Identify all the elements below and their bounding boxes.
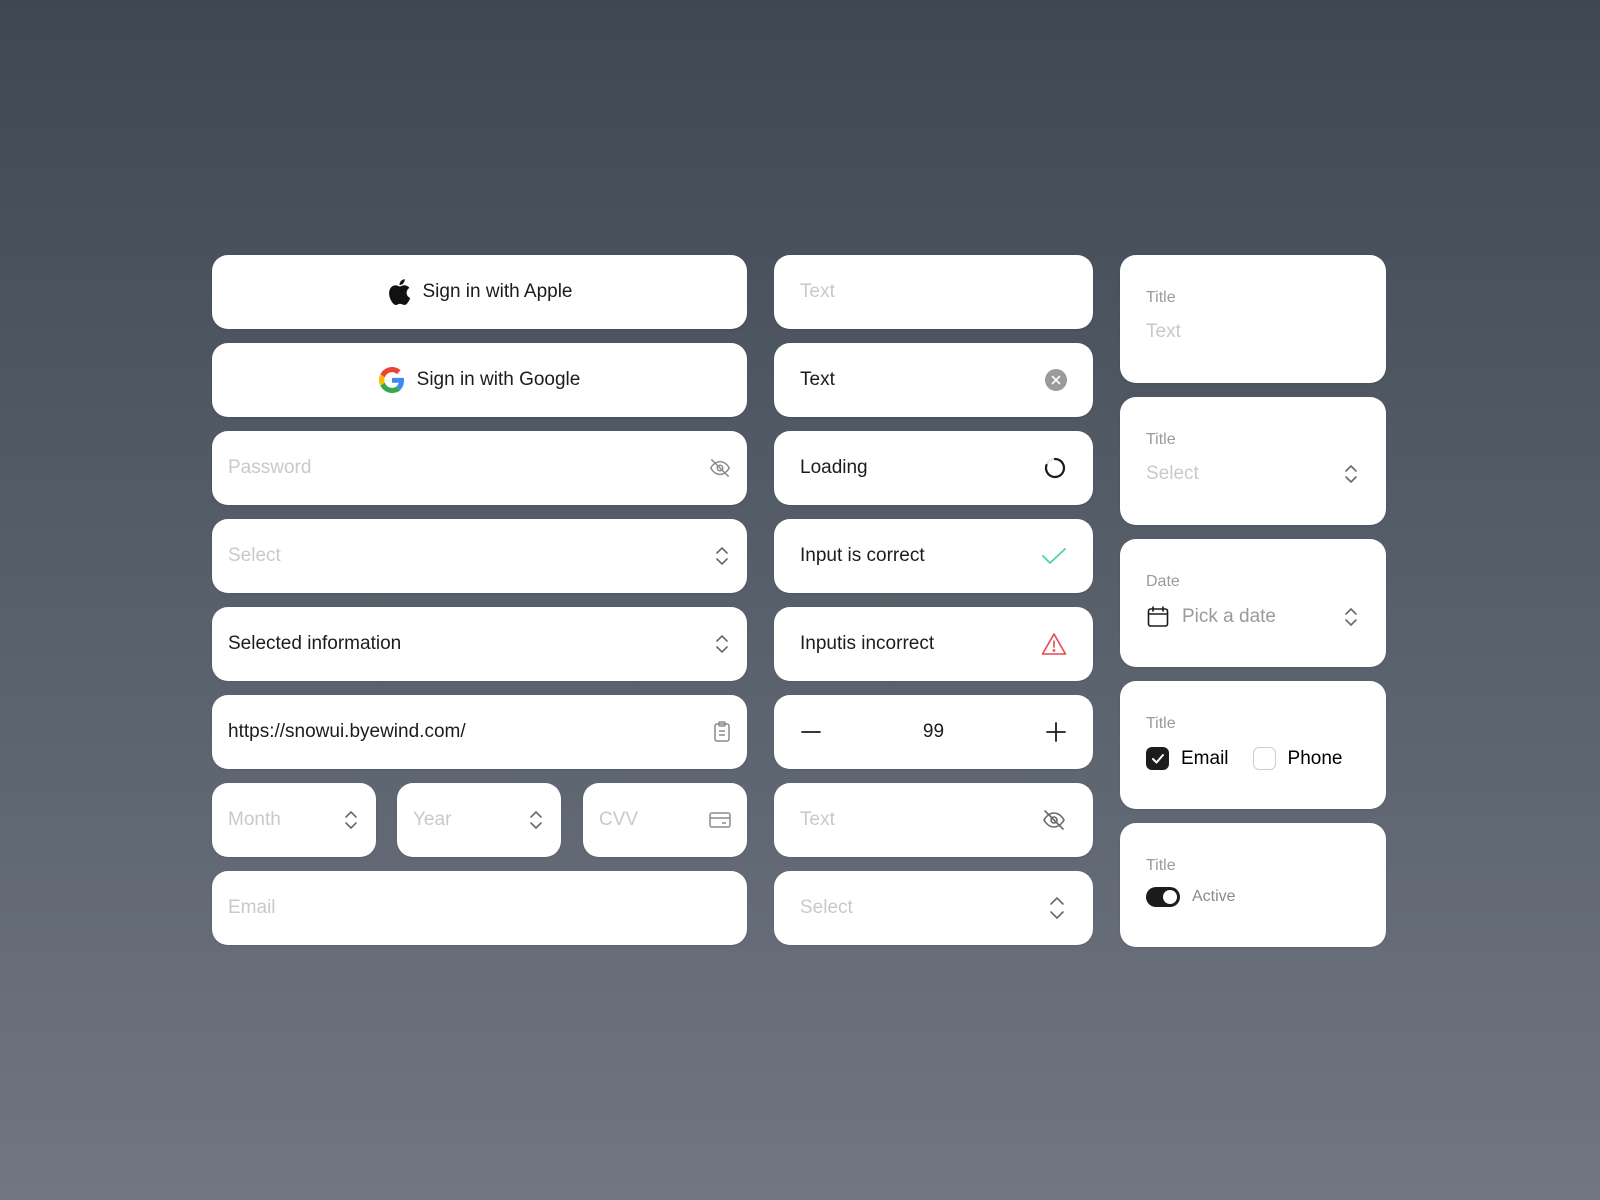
incorrect-input[interactable]: Inputis incorrect — [774, 607, 1093, 681]
hidden-text-input[interactable]: Text — [774, 783, 1093, 857]
date-title: Date — [1146, 573, 1180, 590]
sign-in-with-google-button[interactable]: Sign in with Google — [212, 343, 747, 417]
checkbox-group: Title Email Phone — [1120, 681, 1386, 809]
google-icon — [378, 367, 405, 393]
google-button-label: Sign in with Google — [416, 369, 581, 390]
select-input[interactable]: Select — [212, 519, 747, 593]
date-placeholder: Pick a date — [1182, 606, 1276, 627]
warning-icon — [1041, 632, 1067, 656]
field-title: Title — [1146, 289, 1176, 306]
month-select[interactable]: Month — [212, 783, 376, 857]
field-title: Title — [1146, 857, 1176, 874]
text-input-empty[interactable]: Text — [774, 255, 1093, 329]
year-placeholder: Year — [413, 809, 452, 830]
url-value: https://snowui.byewind.com/ — [228, 721, 466, 742]
chevron-up-down-icon — [1047, 895, 1067, 921]
plus-icon[interactable] — [1045, 721, 1067, 743]
minus-icon[interactable] — [800, 721, 822, 743]
phone-checkbox-label: Phone — [1287, 747, 1343, 769]
select-input-middle[interactable]: Select — [774, 871, 1093, 945]
correct-value: Input is correct — [800, 545, 925, 566]
selected-information-select[interactable]: Selected information — [212, 607, 747, 681]
check-icon — [1041, 546, 1067, 566]
apple-button-label: Sign in with Apple — [422, 281, 573, 302]
chevron-up-down-icon — [1342, 606, 1360, 628]
text-input-filled[interactable]: Text — [774, 343, 1093, 417]
cvv-placeholder: CVV — [599, 809, 639, 830]
hidden-text-placeholder: Text — [800, 809, 835, 830]
credit-card-icon — [709, 811, 731, 829]
eye-off-icon[interactable] — [709, 457, 731, 479]
titled-select-input[interactable]: Title Select — [1120, 397, 1386, 525]
incorrect-value: Inputis incorrect — [800, 633, 935, 654]
year-select[interactable]: Year — [397, 783, 561, 857]
field-title: Title — [1146, 431, 1176, 448]
chevron-up-down-icon — [1342, 463, 1360, 485]
selected-value: Selected information — [228, 633, 402, 654]
field-title: Title — [1146, 715, 1176, 732]
quantity-stepper[interactable]: 99 — [774, 695, 1093, 769]
password-input[interactable]: Password — [212, 431, 747, 505]
text-value: Text — [800, 369, 835, 390]
titled-text-input[interactable]: Title Text — [1120, 255, 1386, 383]
url-input[interactable]: https://snowui.byewind.com/ — [212, 695, 747, 769]
toggle-knob — [1163, 890, 1177, 904]
cvv-input[interactable]: CVV — [583, 783, 747, 857]
password-placeholder: Password — [228, 457, 312, 478]
active-toggle[interactable] — [1146, 887, 1180, 907]
chevron-up-down-icon — [527, 809, 545, 831]
select-placeholder: Select — [228, 545, 281, 566]
chevron-up-down-icon — [713, 633, 731, 655]
select-placeholder: Select — [800, 897, 853, 918]
loading-value: Loading — [800, 457, 868, 478]
email-checkbox-label: Email — [1181, 747, 1229, 769]
toggle-label: Active — [1192, 888, 1236, 905]
loading-input[interactable]: Loading — [774, 431, 1093, 505]
date-picker[interactable]: Date Pick a date — [1120, 539, 1386, 667]
apple-icon — [387, 278, 411, 306]
email-placeholder: Email — [228, 897, 276, 918]
clipboard-icon[interactable] — [713, 721, 731, 743]
calendar-icon — [1146, 605, 1170, 629]
phone-checkbox[interactable] — [1252, 747, 1276, 770]
text-placeholder: Text — [1146, 321, 1181, 342]
text-placeholder: Text — [800, 281, 835, 302]
correct-input[interactable]: Input is correct — [774, 519, 1093, 593]
email-checkbox[interactable] — [1146, 747, 1169, 770]
toggle-field: Title Active — [1120, 823, 1386, 947]
select-placeholder: Select — [1146, 463, 1199, 484]
eye-off-icon[interactable] — [1041, 808, 1067, 832]
email-input[interactable]: Email — [212, 871, 747, 945]
chevron-up-down-icon — [342, 809, 360, 831]
sign-in-with-apple-button[interactable]: Sign in with Apple — [212, 255, 747, 329]
month-placeholder: Month — [228, 809, 281, 830]
loading-spinner-icon — [1043, 456, 1067, 480]
clear-icon[interactable] — [1045, 369, 1067, 391]
stepper-value: 99 — [922, 721, 945, 742]
chevron-up-down-icon — [713, 545, 731, 567]
